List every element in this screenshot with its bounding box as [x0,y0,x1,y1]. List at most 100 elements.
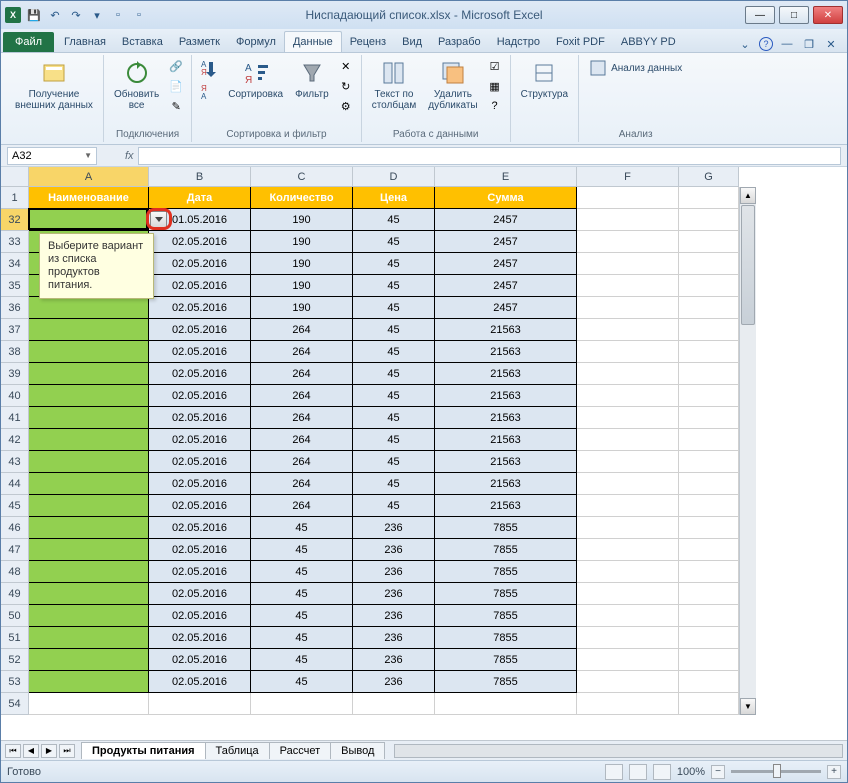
cell[interactable]: 2457 [435,209,577,231]
cell[interactable]: 45 [353,495,435,517]
cell[interactable]: 45 [251,561,353,583]
cell[interactable]: 45 [353,297,435,319]
cell[interactable]: 02.05.2016 [149,253,251,275]
cell[interactable]: 45 [353,451,435,473]
dropdown-arrow[interactable] [150,211,167,228]
cell[interactable]: 45 [353,407,435,429]
cell[interactable] [679,517,739,539]
cell[interactable]: 02.05.2016 [149,627,251,649]
cell[interactable]: 45 [353,231,435,253]
formula-bar[interactable] [138,147,841,165]
cell[interactable]: 190 [251,209,353,231]
cell[interactable]: 264 [251,495,353,517]
sort-za-icon[interactable]: ЯА [198,81,220,103]
cell[interactable]: 45 [353,363,435,385]
cell[interactable] [679,341,739,363]
cell[interactable] [577,297,679,319]
cell[interactable]: 264 [251,429,353,451]
cell[interactable] [435,693,577,715]
cell[interactable] [577,231,679,253]
cell[interactable] [679,275,739,297]
sheet-nav-first[interactable]: ⏮ [5,744,21,758]
cell[interactable] [29,649,149,671]
cell[interactable]: 02.05.2016 [149,583,251,605]
scroll-thumb[interactable] [741,205,755,325]
tab-insert[interactable]: Вставка [114,32,171,52]
cell[interactable]: 21563 [435,341,577,363]
qat-more[interactable]: ▾ [88,6,106,24]
select-all-corner[interactable] [1,167,29,187]
cell[interactable]: 02.05.2016 [149,539,251,561]
refresh-all-button[interactable]: Обновить все [110,57,163,113]
cell[interactable] [29,341,149,363]
hdr-name[interactable]: Наименование [29,187,149,209]
structure-button[interactable]: Структура [517,57,572,102]
name-box[interactable]: A32 ▼ [7,147,97,165]
cell[interactable]: 45 [353,341,435,363]
clear-filter-icon[interactable]: ✕ [337,57,355,75]
row-header[interactable]: 42 [1,429,29,451]
doc-close-icon[interactable]: ✕ [823,36,839,52]
tab-addins[interactable]: Надстро [489,32,548,52]
cell[interactable]: 45 [251,517,353,539]
cell[interactable]: 236 [353,605,435,627]
cell[interactable]: 264 [251,451,353,473]
row-header[interactable]: 38 [1,341,29,363]
row-header[interactable]: 41 [1,407,29,429]
cell[interactable] [577,473,679,495]
cell[interactable] [29,297,149,319]
row-header[interactable]: 48 [1,561,29,583]
row-header[interactable]: 49 [1,583,29,605]
cell[interactable]: 02.05.2016 [149,231,251,253]
hdr-date[interactable]: Дата [149,187,251,209]
data-validation-icon[interactable]: ☑ [486,57,504,75]
qat-extra1[interactable]: ▫ [109,6,127,24]
cell[interactable]: 02.05.2016 [149,671,251,693]
cell[interactable] [29,473,149,495]
sheet-tab[interactable]: Рассчет [269,742,332,759]
cell[interactable] [29,539,149,561]
tab-developer[interactable]: Разрабо [430,32,489,52]
data-analysis-button[interactable]: Анализ данных [585,57,686,79]
row-header[interactable]: 35 [1,275,29,297]
cell[interactable] [29,209,149,231]
cell[interactable] [679,297,739,319]
cell[interactable] [679,231,739,253]
cell[interactable] [353,693,435,715]
hdr-price[interactable]: Цена [353,187,435,209]
col-header-C[interactable]: C [251,167,353,187]
cell[interactable] [577,671,679,693]
horizontal-scrollbar[interactable] [394,744,843,758]
cell[interactable] [29,385,149,407]
cell[interactable] [679,363,739,385]
col-header-B[interactable]: B [149,167,251,187]
scroll-down-icon[interactable]: ▼ [740,698,756,715]
row-header[interactable]: 39 [1,363,29,385]
zoom-out-button[interactable]: − [711,765,725,779]
cell[interactable] [577,627,679,649]
close-button[interactable]: ✕ [813,6,843,24]
cell[interactable] [577,605,679,627]
cell[interactable]: 236 [353,517,435,539]
cell[interactable] [29,451,149,473]
scroll-up-icon[interactable]: ▲ [740,187,756,204]
row-header[interactable]: 33 [1,231,29,253]
cell[interactable] [577,319,679,341]
cell[interactable]: 02.05.2016 [149,473,251,495]
minimize-button[interactable]: — [745,6,775,24]
cell[interactable] [679,605,739,627]
cell[interactable] [679,429,739,451]
cell[interactable]: 45 [353,319,435,341]
cell[interactable] [577,649,679,671]
consolidate-icon[interactable]: ▦ [486,77,504,95]
view-layout-icon[interactable] [629,764,647,780]
filter-button[interactable]: Фильтр [291,57,333,102]
zoom-slider[interactable] [731,770,821,773]
text-to-columns-button[interactable]: Текст по столбцам [368,57,421,113]
cell[interactable]: 45 [251,649,353,671]
cell[interactable]: 02.05.2016 [149,297,251,319]
reapply-icon[interactable]: ↻ [337,77,355,95]
cell[interactable] [149,693,251,715]
ribbon-minimize-icon[interactable]: ⌄ [737,36,753,52]
cell[interactable] [577,561,679,583]
